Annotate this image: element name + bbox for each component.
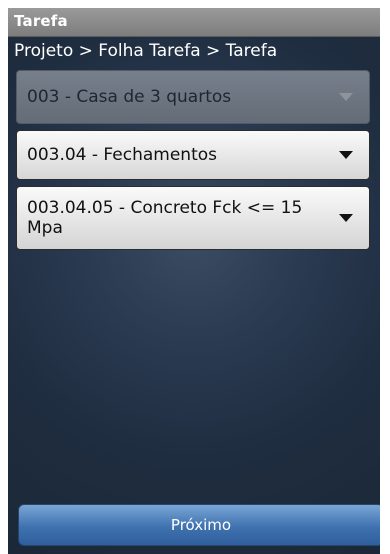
- task-sheet-spinner-value: 003.04 - Fechamentos: [27, 145, 217, 165]
- next-button[interactable]: Próximo: [18, 504, 380, 546]
- breadcrumb: Projeto > Folha Tarefa > Tarefa: [14, 41, 278, 61]
- chevron-down-icon: [339, 93, 353, 101]
- project-spinner: 003 - Casa de 3 quartos: [16, 70, 370, 124]
- chevron-down-icon: [339, 214, 353, 222]
- task-sheet-spinner[interactable]: 003.04 - Fechamentos: [16, 130, 370, 180]
- task-spinner-value: 003.04.05 - Concreto Fck <= 15 Mpa: [27, 198, 303, 238]
- app-screen: Tarefa Projeto > Folha Tarefa > Tarefa 0…: [8, 8, 380, 554]
- window-title: Tarefa: [14, 12, 68, 30]
- title-bar: Tarefa: [8, 8, 380, 37]
- task-spinner[interactable]: 003.04.05 - Concreto Fck <= 15 Mpa: [16, 186, 370, 250]
- chevron-down-icon: [339, 151, 353, 159]
- project-spinner-value: 003 - Casa de 3 quartos: [27, 87, 232, 107]
